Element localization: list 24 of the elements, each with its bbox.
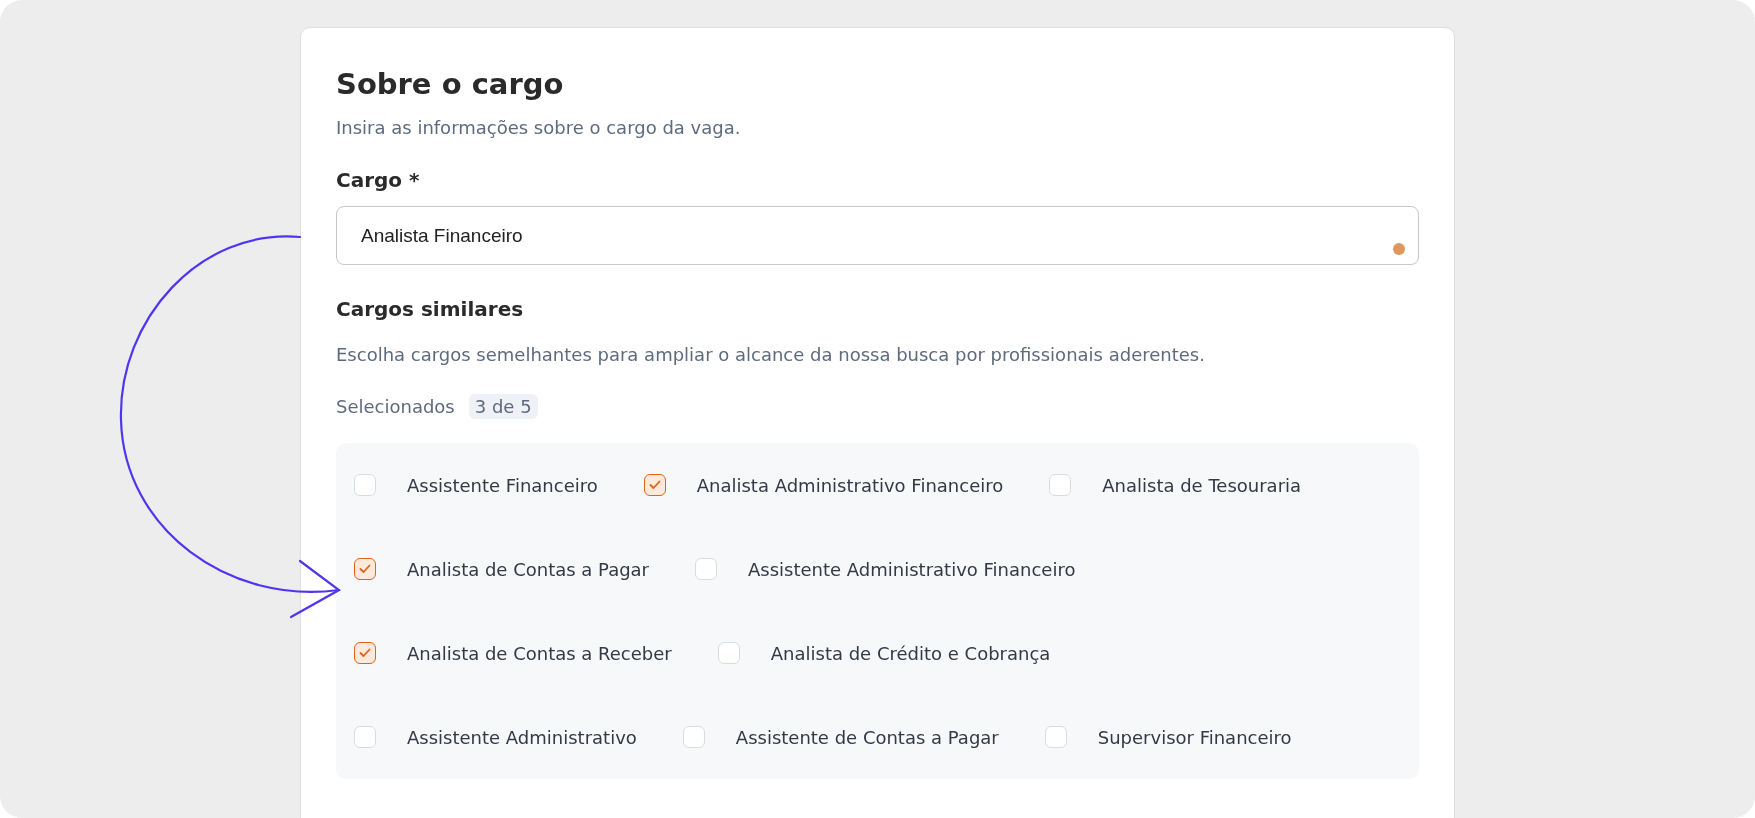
option-label: Assistente de Contas a Pagar [735, 726, 999, 748]
check-icon [359, 564, 371, 574]
option-label: Assistente Administrativo [407, 726, 637, 748]
option-label: Analista de Tesouraria [1102, 474, 1302, 496]
section-title: Sobre o cargo [336, 66, 565, 102]
field-label: Cargo * [336, 167, 421, 194]
option-label: Analista Administrativo Financeiro [696, 474, 1004, 496]
check-icon [648, 480, 661, 490]
selected-count: 3 de 5 [468, 394, 538, 419]
selected-label: Selecionados [336, 396, 455, 417]
checkbox[interactable] [354, 642, 376, 664]
section-heading: Cargos similares [336, 296, 525, 323]
checkbox[interactable] [354, 558, 376, 580]
section-description: Escolha cargos semelhantes para ampliar o alcance da nossa busca por profissionais aderentes. [336, 343, 1206, 367]
check-icon [359, 648, 371, 658]
section-subtitle: Insira as informações sobre o cargo da vaga. [336, 116, 742, 140]
option-label: Analista de Crédito e Cobrança [770, 642, 1051, 664]
option-label: Analista de Contas a Pagar [407, 558, 650, 580]
checkbox[interactable] [643, 474, 666, 496]
option-label: Supervisor Financeiro [1097, 726, 1292, 748]
option-label: Analista de Contas a Receber [407, 642, 672, 664]
option-label: Assistente Financeiro [407, 474, 598, 496]
option-label: Assistente Administrativo Financeiro [748, 558, 1076, 580]
input-field[interactable]: Analista Financeiro [336, 206, 1419, 265]
